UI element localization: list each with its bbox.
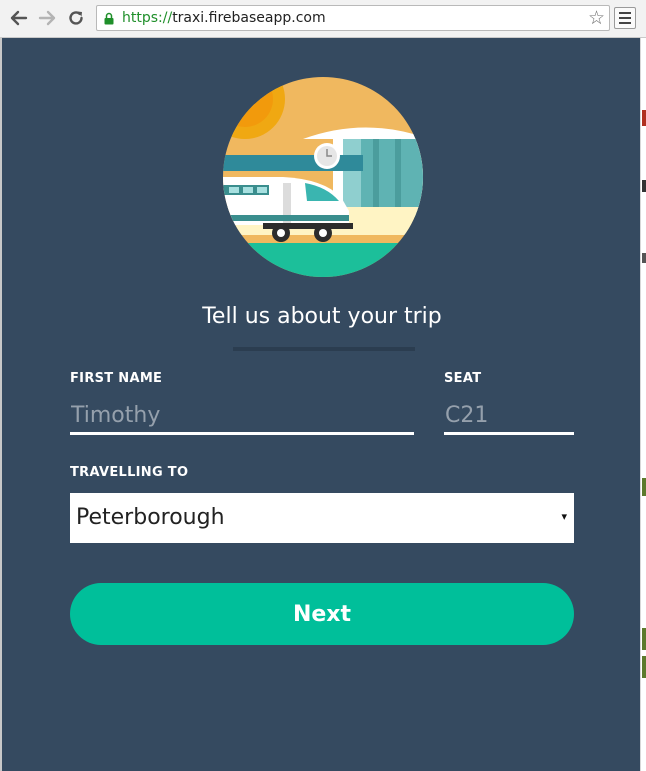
lock-icon bbox=[104, 12, 114, 25]
url-scheme: https:// bbox=[122, 10, 173, 26]
seat-label: SEAT bbox=[444, 371, 482, 386]
destination-select[interactable]: Peterborough ▾ bbox=[70, 493, 574, 543]
destination-selected-value: Peterborough bbox=[76, 505, 225, 530]
reload-icon[interactable] bbox=[65, 7, 87, 29]
hamburger-menu-icon[interactable] bbox=[614, 7, 636, 29]
seat-input[interactable] bbox=[444, 398, 574, 435]
back-arrow-icon[interactable] bbox=[8, 7, 30, 29]
travelling-to-label: TRAVELLING TO bbox=[70, 465, 189, 480]
star-icon[interactable]: ☆ bbox=[588, 7, 605, 29]
address-bar[interactable]: https://traxi.firebaseapp.com ☆ bbox=[96, 5, 610, 31]
first-name-input[interactable] bbox=[70, 398, 414, 435]
url-text[interactable]: https://traxi.firebaseapp.com bbox=[122, 10, 326, 27]
next-button[interactable]: Next bbox=[70, 583, 574, 645]
dropdown-caret-icon: ▾ bbox=[561, 510, 567, 523]
forward-arrow-icon[interactable] bbox=[36, 7, 58, 29]
page-title: Tell us about your trip bbox=[202, 304, 442, 329]
browser-toolbar: https://traxi.firebaseapp.com ☆ bbox=[0, 0, 646, 38]
trip-form-page: Tell us about your trip FIRST NAME SEAT … bbox=[0, 38, 640, 771]
first-name-label: FIRST NAME bbox=[70, 371, 163, 386]
url-host: traxi.firebaseapp.com bbox=[172, 10, 326, 26]
background-page-edge bbox=[640, 38, 646, 771]
title-divider bbox=[233, 347, 415, 351]
train-station-illustration bbox=[223, 77, 423, 277]
